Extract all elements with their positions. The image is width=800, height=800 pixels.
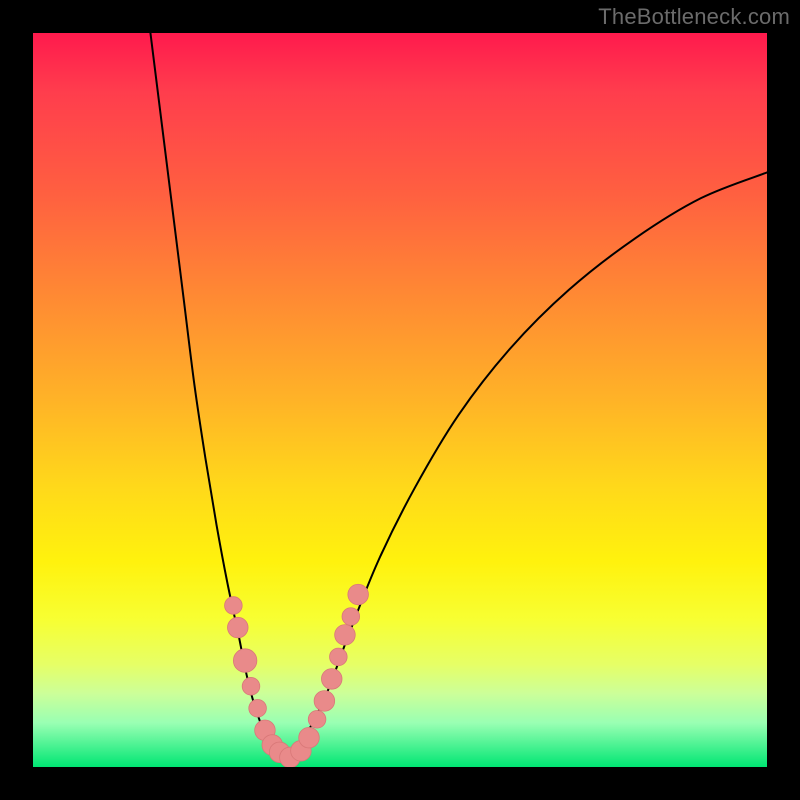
chart-svg <box>33 33 767 767</box>
data-marker <box>228 617 249 638</box>
plot-area <box>33 33 767 767</box>
curve-left-branch <box>150 33 289 760</box>
watermark-text: TheBottleneck.com <box>598 4 790 30</box>
data-marker <box>342 608 360 626</box>
data-marker <box>330 648 348 666</box>
data-marker <box>249 699 267 717</box>
data-marker <box>348 584 369 605</box>
data-marker <box>321 669 342 690</box>
data-marker <box>242 677 260 695</box>
curve-right-branch <box>290 172 767 759</box>
data-marker <box>225 597 243 615</box>
data-marker <box>299 727 320 748</box>
data-marker <box>233 649 256 672</box>
data-marker <box>335 625 356 646</box>
data-marker <box>308 710 326 728</box>
data-marker <box>314 691 335 712</box>
chart-frame: TheBottleneck.com <box>0 0 800 800</box>
